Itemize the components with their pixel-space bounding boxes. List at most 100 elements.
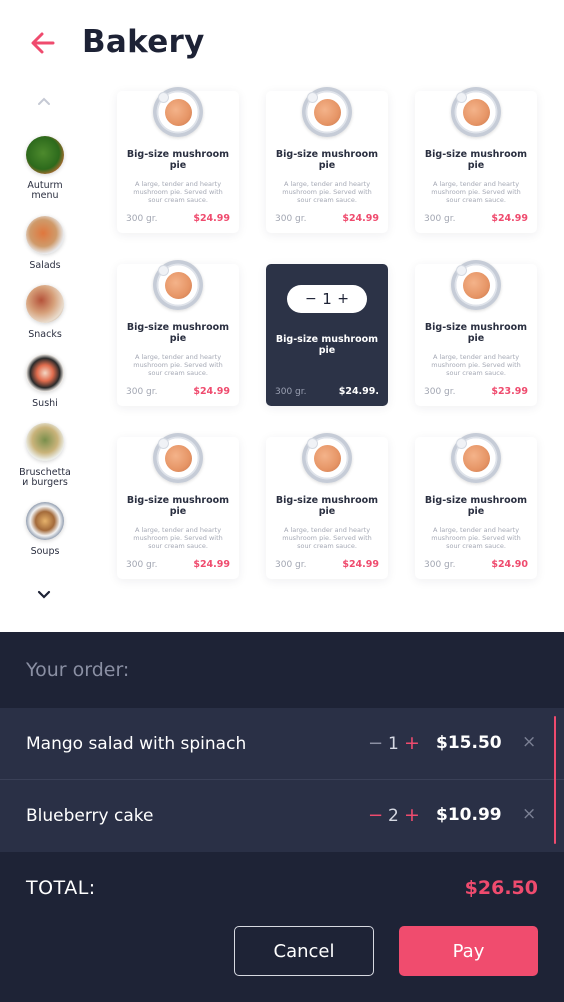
- mushroom-pie-image: [153, 260, 203, 310]
- soup-icon: [26, 502, 64, 540]
- product-description: A large, tender and hearty mushroom pie.…: [133, 180, 223, 204]
- product-title: Big-size mushroom pie: [424, 322, 528, 344]
- product-weight: 300 gr.: [126, 387, 158, 397]
- product-card[interactable]: Big-size mushroom pie A large, tender an…: [266, 87, 388, 233]
- sidebar-item-label: Salads: [29, 260, 61, 271]
- snacks-icon: [26, 285, 64, 323]
- product-title: Big-size mushroom pie: [424, 495, 528, 517]
- product-card[interactable]: Big-size mushroom pie A large, tender an…: [415, 433, 537, 579]
- sushi-icon: [26, 354, 64, 392]
- product-card[interactable]: Big-size mushroom pie A large, tender an…: [117, 260, 239, 406]
- product-title: Big-size mushroom pie: [126, 495, 230, 517]
- remove-icon[interactable]: ×: [522, 804, 536, 824]
- mushroom-pie-image: [451, 87, 501, 137]
- order-item: Mango salad with spinach − 1 + $15.50 ×: [0, 708, 564, 780]
- order-heading: Your order:: [26, 659, 130, 681]
- sidebar-item-label: Auturm menu: [27, 180, 63, 201]
- cancel-button[interactable]: Cancel: [234, 926, 374, 976]
- mushroom-pie-image: [153, 87, 203, 137]
- decrease-button[interactable]: −: [368, 733, 383, 754]
- chevron-down-icon[interactable]: [34, 588, 54, 602]
- product-description: A large, tender and hearty mushroom pie.…: [431, 353, 521, 377]
- back-arrow-icon[interactable]: [28, 28, 58, 58]
- sidebar-item-label: Bruschetta и burgers: [19, 467, 71, 488]
- mushroom-pie-image: [302, 87, 352, 137]
- sidebar-item-sushi[interactable]: Sushi: [0, 354, 90, 409]
- menu-panel: Bakery Auturm menu Salads Snacks Sushi B…: [0, 0, 564, 632]
- sidebar-item-label: Snacks: [28, 329, 62, 340]
- product-description: A large, tender and hearty mushroom pie.…: [431, 526, 521, 550]
- order-item-name: Blueberry cake: [26, 806, 154, 826]
- category-sidebar: Auturm menu Salads Snacks Sushi Bruschet…: [0, 88, 90, 618]
- pay-button[interactable]: Pay: [399, 926, 538, 976]
- product-weight: 300 gr.: [424, 214, 456, 224]
- order-item-quantity: 1: [388, 734, 399, 754]
- order-item-name: Mango salad with spinach: [26, 734, 247, 754]
- product-description: A large, tender and hearty mushroom pie.…: [133, 526, 223, 550]
- mushroom-pie-image: [153, 433, 203, 483]
- product-price: $24.99: [491, 213, 528, 224]
- decrease-button[interactable]: −: [305, 291, 317, 307]
- product-description: A large, tender and hearty mushroom pie.…: [282, 180, 372, 204]
- scrollbar[interactable]: [554, 716, 556, 844]
- product-title: Big-size mushroom pie: [275, 495, 379, 517]
- sidebar-item-label: Soups: [30, 546, 60, 557]
- total-value: $26.50: [464, 877, 538, 899]
- product-title: Big-size mushroom pie: [275, 334, 379, 356]
- mushroom-pie-image: [302, 433, 352, 483]
- product-price: $23.99: [491, 386, 528, 397]
- bruschetta-icon: [26, 423, 64, 461]
- product-weight: 300 gr.: [126, 214, 158, 224]
- product-title: Big-size mushroom pie: [126, 322, 230, 344]
- increase-button[interactable]: +: [404, 804, 420, 826]
- sidebar-item-soups[interactable]: Soups: [0, 502, 90, 557]
- product-title: Big-size mushroom pie: [424, 149, 528, 171]
- chevron-up-icon[interactable]: [34, 94, 54, 108]
- product-weight: 300 gr.: [275, 214, 307, 224]
- product-weight: 300 gr.: [275, 560, 307, 570]
- sidebar-item-salads[interactable]: Salads: [0, 216, 90, 271]
- total-label: TOTAL:: [26, 877, 96, 899]
- salad-bowl-icon: [26, 136, 64, 174]
- increase-button[interactable]: +: [337, 291, 349, 307]
- product-price: $24.99.: [338, 386, 379, 397]
- sidebar-item-label: Sushi: [32, 398, 58, 409]
- product-title: Big-size mushroom pie: [275, 149, 379, 171]
- increase-button[interactable]: +: [404, 732, 420, 754]
- product-price: $24.99: [193, 386, 230, 397]
- sidebar-item-bruschetta[interactable]: Bruschetta и burgers: [0, 423, 90, 488]
- product-weight: 300 gr.: [275, 387, 307, 397]
- product-title: Big-size mushroom pie: [126, 149, 230, 171]
- sidebar-item-snacks[interactable]: Snacks: [0, 285, 90, 340]
- product-description: A large, tender and hearty mushroom pie.…: [282, 526, 372, 550]
- sidebar-item-autumn-menu[interactable]: Auturm menu: [0, 136, 90, 201]
- product-price: $24.99: [342, 559, 379, 570]
- product-card-selected[interactable]: − 1 + Big-size mushroom pie 300 gr. $24.…: [266, 264, 388, 406]
- product-weight: 300 gr.: [424, 387, 456, 397]
- product-card[interactable]: Big-size mushroom pie A large, tender an…: [117, 87, 239, 233]
- quantity-value: 1: [322, 290, 332, 308]
- order-item-price: $15.50: [436, 733, 502, 753]
- product-price: $24.99: [193, 559, 230, 570]
- product-card[interactable]: Big-size mushroom pie A large, tender an…: [415, 260, 537, 406]
- remove-icon[interactable]: ×: [522, 732, 536, 752]
- product-card[interactable]: Big-size mushroom pie A large, tender an…: [266, 433, 388, 579]
- product-price: $24.99: [193, 213, 230, 224]
- product-description: A large, tender and hearty mushroom pie.…: [133, 353, 223, 377]
- order-panel: Your order: Mango salad with spinach − 1…: [0, 632, 564, 1002]
- order-item-quantity: 2: [388, 806, 399, 826]
- order-list: Mango salad with spinach − 1 + $15.50 × …: [0, 708, 564, 852]
- page-title: Bakery: [82, 24, 205, 60]
- product-weight: 300 gr.: [424, 560, 456, 570]
- salad-plate-icon: [26, 216, 64, 254]
- decrease-button[interactable]: −: [368, 805, 383, 826]
- product-card[interactable]: Big-size mushroom pie A large, tender an…: [415, 87, 537, 233]
- product-weight: 300 gr.: [126, 560, 158, 570]
- order-item: Blueberry cake − 2 + $10.99 ×: [0, 780, 564, 852]
- product-description: A large, tender and hearty mushroom pie.…: [431, 180, 521, 204]
- quantity-stepper[interactable]: − 1 +: [287, 285, 367, 313]
- product-price: $24.99: [342, 213, 379, 224]
- mushroom-pie-image: [451, 260, 501, 310]
- product-card[interactable]: Big-size mushroom pie A large, tender an…: [117, 433, 239, 579]
- mushroom-pie-image: [451, 433, 501, 483]
